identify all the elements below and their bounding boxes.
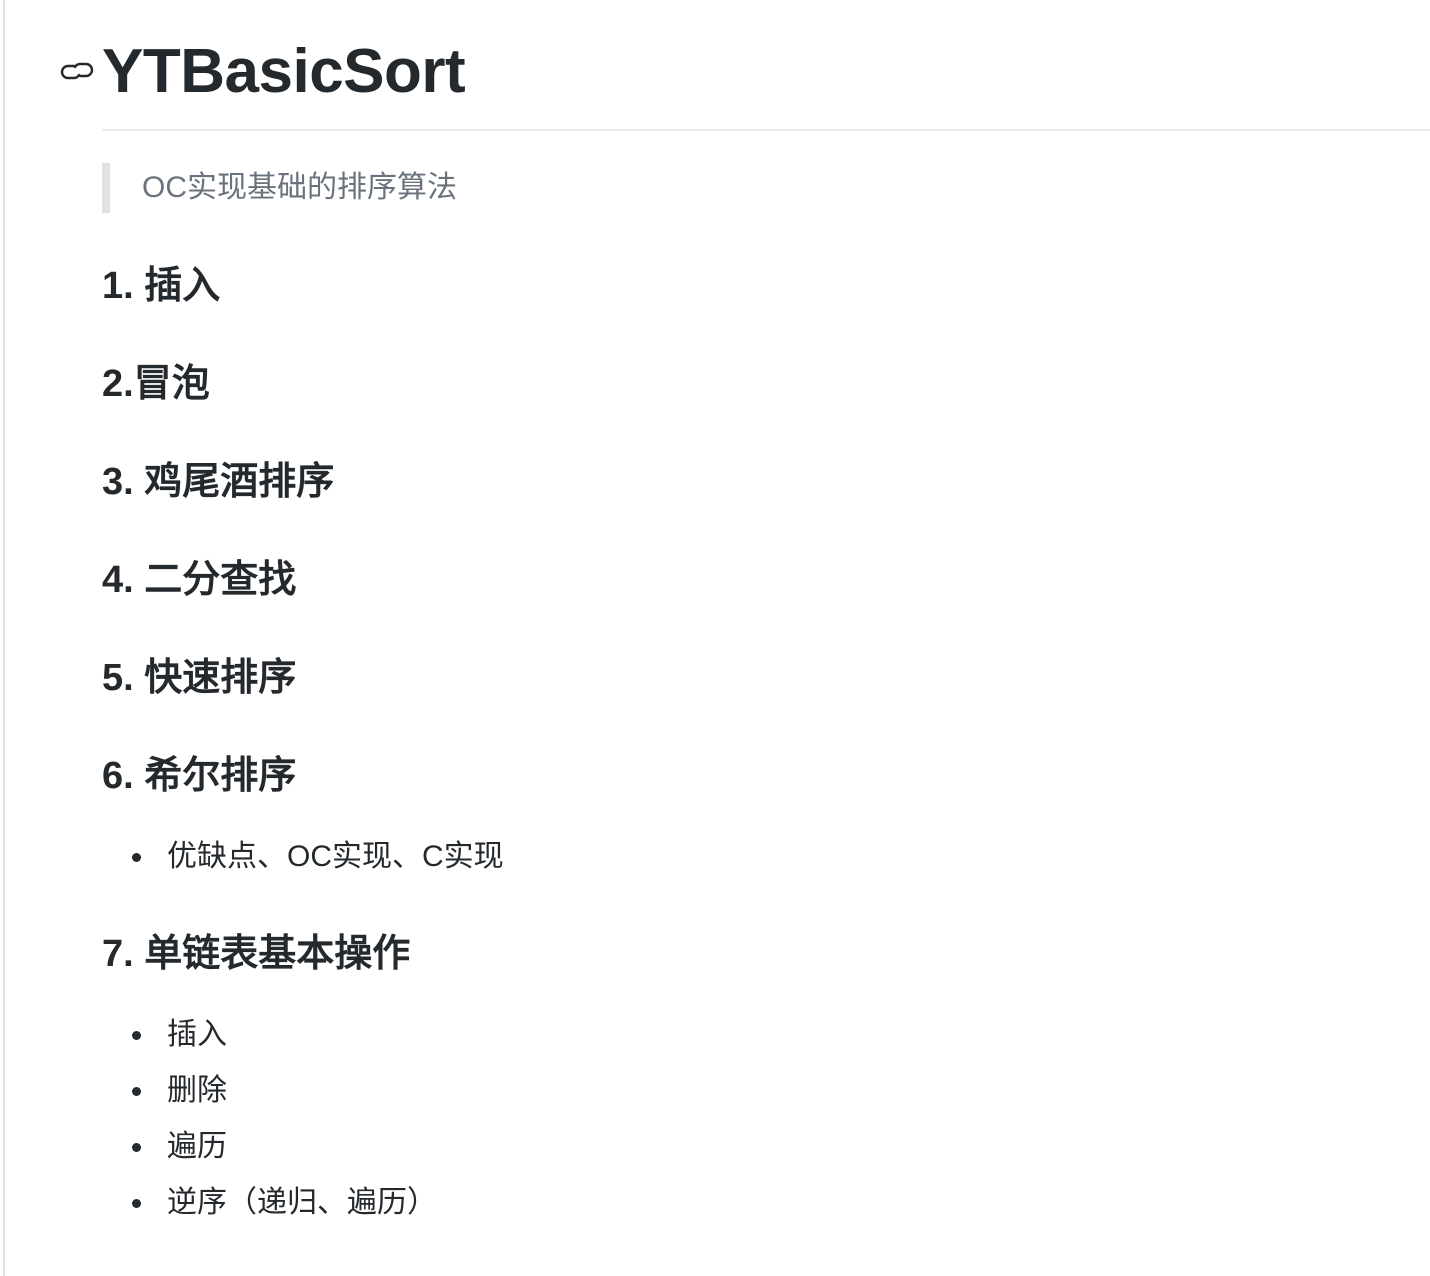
heading-insertion: 1. 插入 bbox=[102, 265, 221, 307]
list-item-text: 优缺点、OC实现、C实现 bbox=[167, 840, 504, 873]
heading-linked-list: 7. 单链表基本操作 bbox=[102, 933, 411, 975]
bullet-icon bbox=[132, 1087, 141, 1096]
list-item-text: 逆序（递归、遍历） bbox=[167, 1186, 437, 1219]
list-item-text: 遍历 bbox=[167, 1130, 227, 1163]
heading-quick-sort: 5. 快速排序 bbox=[102, 657, 297, 699]
link-icon[interactable] bbox=[60, 56, 94, 86]
list-item-text: 插入 bbox=[167, 1018, 227, 1051]
heading-bubble: 2.冒泡 bbox=[102, 363, 210, 405]
linked-list-list: 插入 删除 遍历 逆序（递归、遍历） bbox=[102, 1007, 437, 1231]
heading-cocktail-sort: 3. 鸡尾酒排序 bbox=[102, 461, 335, 503]
shell-sort-list: 优缺点、OC实现、C实现 bbox=[102, 829, 504, 885]
heading-binary-search: 4. 二分查找 bbox=[102, 559, 297, 601]
list-item: 遍历 bbox=[102, 1119, 437, 1175]
list-item: 删除 bbox=[102, 1063, 437, 1119]
description-quote: OC实现基础的排序算法 bbox=[102, 163, 457, 213]
heading-shell-sort: 6. 希尔排序 bbox=[102, 755, 297, 797]
bullet-icon bbox=[132, 1199, 141, 1208]
title-header: YTBasicSort bbox=[60, 0, 1430, 131]
list-item: 插入 bbox=[102, 1007, 437, 1063]
readme-content: YTBasicSort OC实现基础的排序算法 1. 插入 2.冒泡 3. 鸡尾… bbox=[60, 0, 1430, 1219]
list-item: 优缺点、OC实现、C实现 bbox=[102, 829, 504, 885]
bullet-icon bbox=[132, 1031, 141, 1040]
page-title: YTBasicSort bbox=[102, 37, 466, 106]
page-left-border bbox=[0, 0, 5, 1276]
bullet-icon bbox=[132, 853, 141, 862]
list-item-text: 删除 bbox=[167, 1074, 227, 1107]
bullet-icon bbox=[132, 1143, 141, 1152]
list-item: 逆序（递归、遍历） bbox=[102, 1175, 437, 1231]
